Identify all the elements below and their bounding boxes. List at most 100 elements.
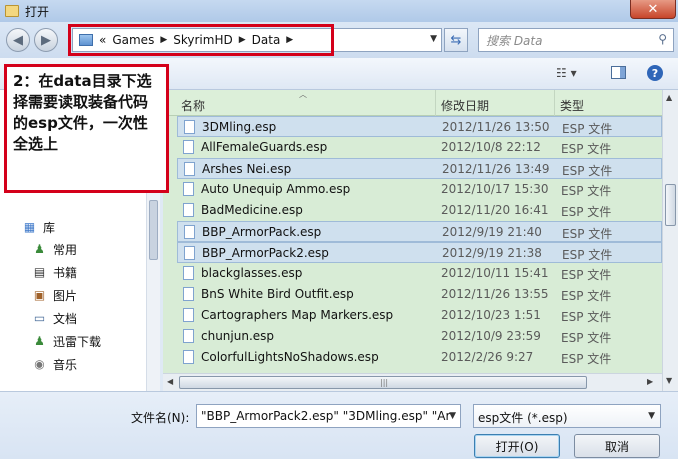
chevron-down-icon[interactable]: ▼: [648, 411, 655, 421]
nav-item-label: 文档: [53, 311, 78, 326]
back-button[interactable]: ◀: [6, 28, 30, 52]
nav-item-label: 音乐: [53, 357, 78, 372]
breadcrumb-data[interactable]: Data: [252, 33, 281, 47]
window-title: 打开: [25, 4, 50, 19]
navigation-bar: ◀ ▶ « Games ▶ SkyrimHD ▶ Data ▶ ▼ ⇆ 搜索 D…: [0, 22, 678, 58]
nav-item-thunder-downloads[interactable]: ♟ 迅雷下载: [32, 331, 101, 351]
sort-ascending-icon: ︿: [299, 90, 307, 99]
file-date: 2012/11/26 13:49: [442, 162, 550, 176]
breadcrumb-games[interactable]: Games: [112, 33, 154, 47]
file-name: Auto Unequip Ammo.esp: [201, 182, 351, 196]
file-date: 2012/9/19 21:38: [442, 246, 542, 260]
nav-scrollbar-thumb[interactable]: [149, 200, 158, 260]
arrow-right-icon: ▶: [41, 32, 51, 48]
file-icon: [183, 182, 194, 196]
nav-item-books[interactable]: ▤ 书籍: [32, 262, 77, 282]
filename-value: "BBP_ArmorPack2.esp" "3DMling.esp" "Ar: [201, 409, 451, 423]
arrow-left-icon: ◀: [13, 32, 23, 48]
file-row[interactable]: Arshes Nei.esp 2012/11/26 13:49 ESP 文件: [177, 158, 662, 179]
file-type: ESP 文件: [561, 205, 612, 219]
views-menu-icon[interactable]: ☷ ▾: [556, 66, 577, 80]
file-row[interactable]: 3DMling.esp 2012/11/26 13:50 ESP 文件: [177, 116, 662, 137]
file-row[interactable]: ColorfulLightsNoShadows.esp 2012/2/26 9:2…: [177, 347, 662, 368]
horizontal-scrollbar-thumb[interactable]: |||: [179, 376, 587, 389]
file-row[interactable]: AllFemaleGuards.esp 2012/10/8 22:12 ESP 文件: [177, 137, 662, 158]
file-date: 2012/11/26 13:50: [442, 120, 550, 134]
file-type: ESP 文件: [561, 268, 612, 282]
file-row[interactable]: BnS White Bird Outfit.esp 2012/11/26 13:5…: [177, 284, 662, 305]
file-icon: [183, 266, 194, 280]
scroll-left-icon[interactable]: ◀: [167, 377, 173, 386]
file-name: BBP_ArmorPack.esp: [202, 225, 322, 239]
open-button[interactable]: 打开(O): [474, 434, 560, 458]
refresh-button[interactable]: ⇆: [444, 28, 468, 52]
nav-item-favorites[interactable]: ♟ 常用: [32, 239, 77, 259]
search-icon[interactable]: ⚲: [658, 32, 667, 46]
user-icon: ♟: [34, 242, 45, 256]
column-name[interactable]: 名称: [181, 97, 205, 114]
file-row[interactable]: BadMedicine.esp 2012/11/20 16:41 ESP 文件: [177, 200, 662, 221]
file-date: 2012/10/8 22:12: [441, 140, 541, 154]
file-date: 2012/10/11 15:41: [441, 266, 549, 280]
file-row[interactable]: blackglasses.esp 2012/10/11 15:41 ESP 文件: [177, 263, 662, 284]
scroll-right-icon[interactable]: ▶: [647, 377, 653, 386]
picture-icon: ▣: [33, 288, 46, 302]
file-date: 2012/11/20 16:41: [441, 203, 549, 217]
forward-button[interactable]: ▶: [34, 28, 58, 52]
refresh-icon: ⇆: [450, 32, 462, 48]
breadcrumb-overflow[interactable]: «: [99, 33, 106, 47]
breadcrumb-separator-icon[interactable]: ▶: [239, 35, 246, 45]
document-icon: ▭: [33, 311, 46, 325]
file-name: AllFemaleGuards.esp: [201, 140, 328, 154]
file-name: 3DMling.esp: [202, 120, 277, 134]
preview-pane-icon[interactable]: [611, 66, 626, 79]
column-type[interactable]: 类型: [560, 97, 584, 114]
help-icon[interactable]: ?: [647, 65, 663, 81]
chevron-down-icon[interactable]: ▼: [449, 411, 456, 421]
user-icon: ♟: [34, 334, 45, 348]
file-row[interactable]: Auto Unequip Ammo.esp 2012/10/17 15:30 ESP…: [177, 179, 662, 200]
filetype-select[interactable]: esp文件 (*.esp) ▼: [473, 404, 661, 428]
file-row[interactable]: BBP_ArmorPack2.esp 2012/9/19 21:38 ESP 文件: [177, 242, 662, 263]
file-date: 2012/10/9 23:59: [441, 329, 541, 343]
file-name: BBP_ArmorPack2.esp: [202, 246, 329, 260]
film-icon: ▤: [33, 265, 46, 279]
column-divider[interactable]: [435, 90, 436, 116]
file-list-horizontal-scrollbar[interactable]: ◀ ||| ▶: [163, 373, 662, 391]
file-row[interactable]: BBP_ArmorPack.esp 2012/9/19 21:40 ESP 文件: [177, 221, 662, 242]
file-icon: [183, 203, 194, 217]
filename-input[interactable]: "BBP_ArmorPack2.esp" "3DMling.esp" "Ar ▼: [196, 404, 461, 428]
scroll-up-icon[interactable]: ▲: [666, 93, 672, 102]
scroll-down-icon[interactable]: ▼: [666, 376, 672, 385]
file-icon: [183, 287, 194, 301]
breadcrumb-skyrimhd[interactable]: SkyrimHD: [173, 33, 232, 47]
column-divider[interactable]: [554, 90, 555, 116]
file-row[interactable]: Cartographers Map Markers.esp 2012/10/23 …: [177, 305, 662, 326]
annotation-callout: 2：在data目录下选择需要读取装备代码的esp文件，一次性全选上: [4, 64, 169, 193]
breadcrumb-separator-icon[interactable]: ▶: [160, 35, 167, 45]
filetype-value: esp文件 (*.esp): [478, 411, 568, 425]
file-type: ESP 文件: [561, 142, 612, 156]
close-button[interactable]: ✕: [630, 0, 676, 19]
nav-item-label: 图片: [53, 288, 78, 303]
nav-item-pictures[interactable]: ▣ 图片: [32, 285, 77, 305]
file-icon: [184, 225, 195, 239]
nav-item-documents[interactable]: ▭ 文档: [32, 308, 77, 328]
breadcrumb-separator-icon[interactable]: ▶: [286, 35, 293, 45]
nav-item-music[interactable]: ◉ 音乐: [32, 354, 77, 374]
column-date[interactable]: 修改日期: [441, 97, 489, 114]
address-bar[interactable]: « Games ▶ SkyrimHD ▶ Data ▶ ▼: [72, 28, 442, 52]
file-name: ColorfulLightsNoShadows.esp: [201, 350, 379, 364]
file-icon: [184, 162, 195, 176]
nav-item-label: 书籍: [53, 265, 78, 280]
file-type: ESP 文件: [562, 248, 613, 262]
address-dropdown-icon[interactable]: ▼: [430, 34, 437, 44]
vertical-scrollbar-thumb[interactable]: [665, 184, 676, 226]
file-row[interactable]: chunjun.esp 2012/10/9 23:59 ESP 文件: [177, 326, 662, 347]
nav-item-library[interactable]: ▦ 库: [22, 217, 55, 237]
file-icon: [184, 246, 195, 260]
file-type: ESP 文件: [561, 184, 612, 198]
search-input[interactable]: 搜索 Data ⚲: [478, 28, 674, 52]
file-list-vertical-scrollbar[interactable]: ▲ ▼: [662, 90, 678, 391]
cancel-button[interactable]: 取消: [574, 434, 660, 458]
